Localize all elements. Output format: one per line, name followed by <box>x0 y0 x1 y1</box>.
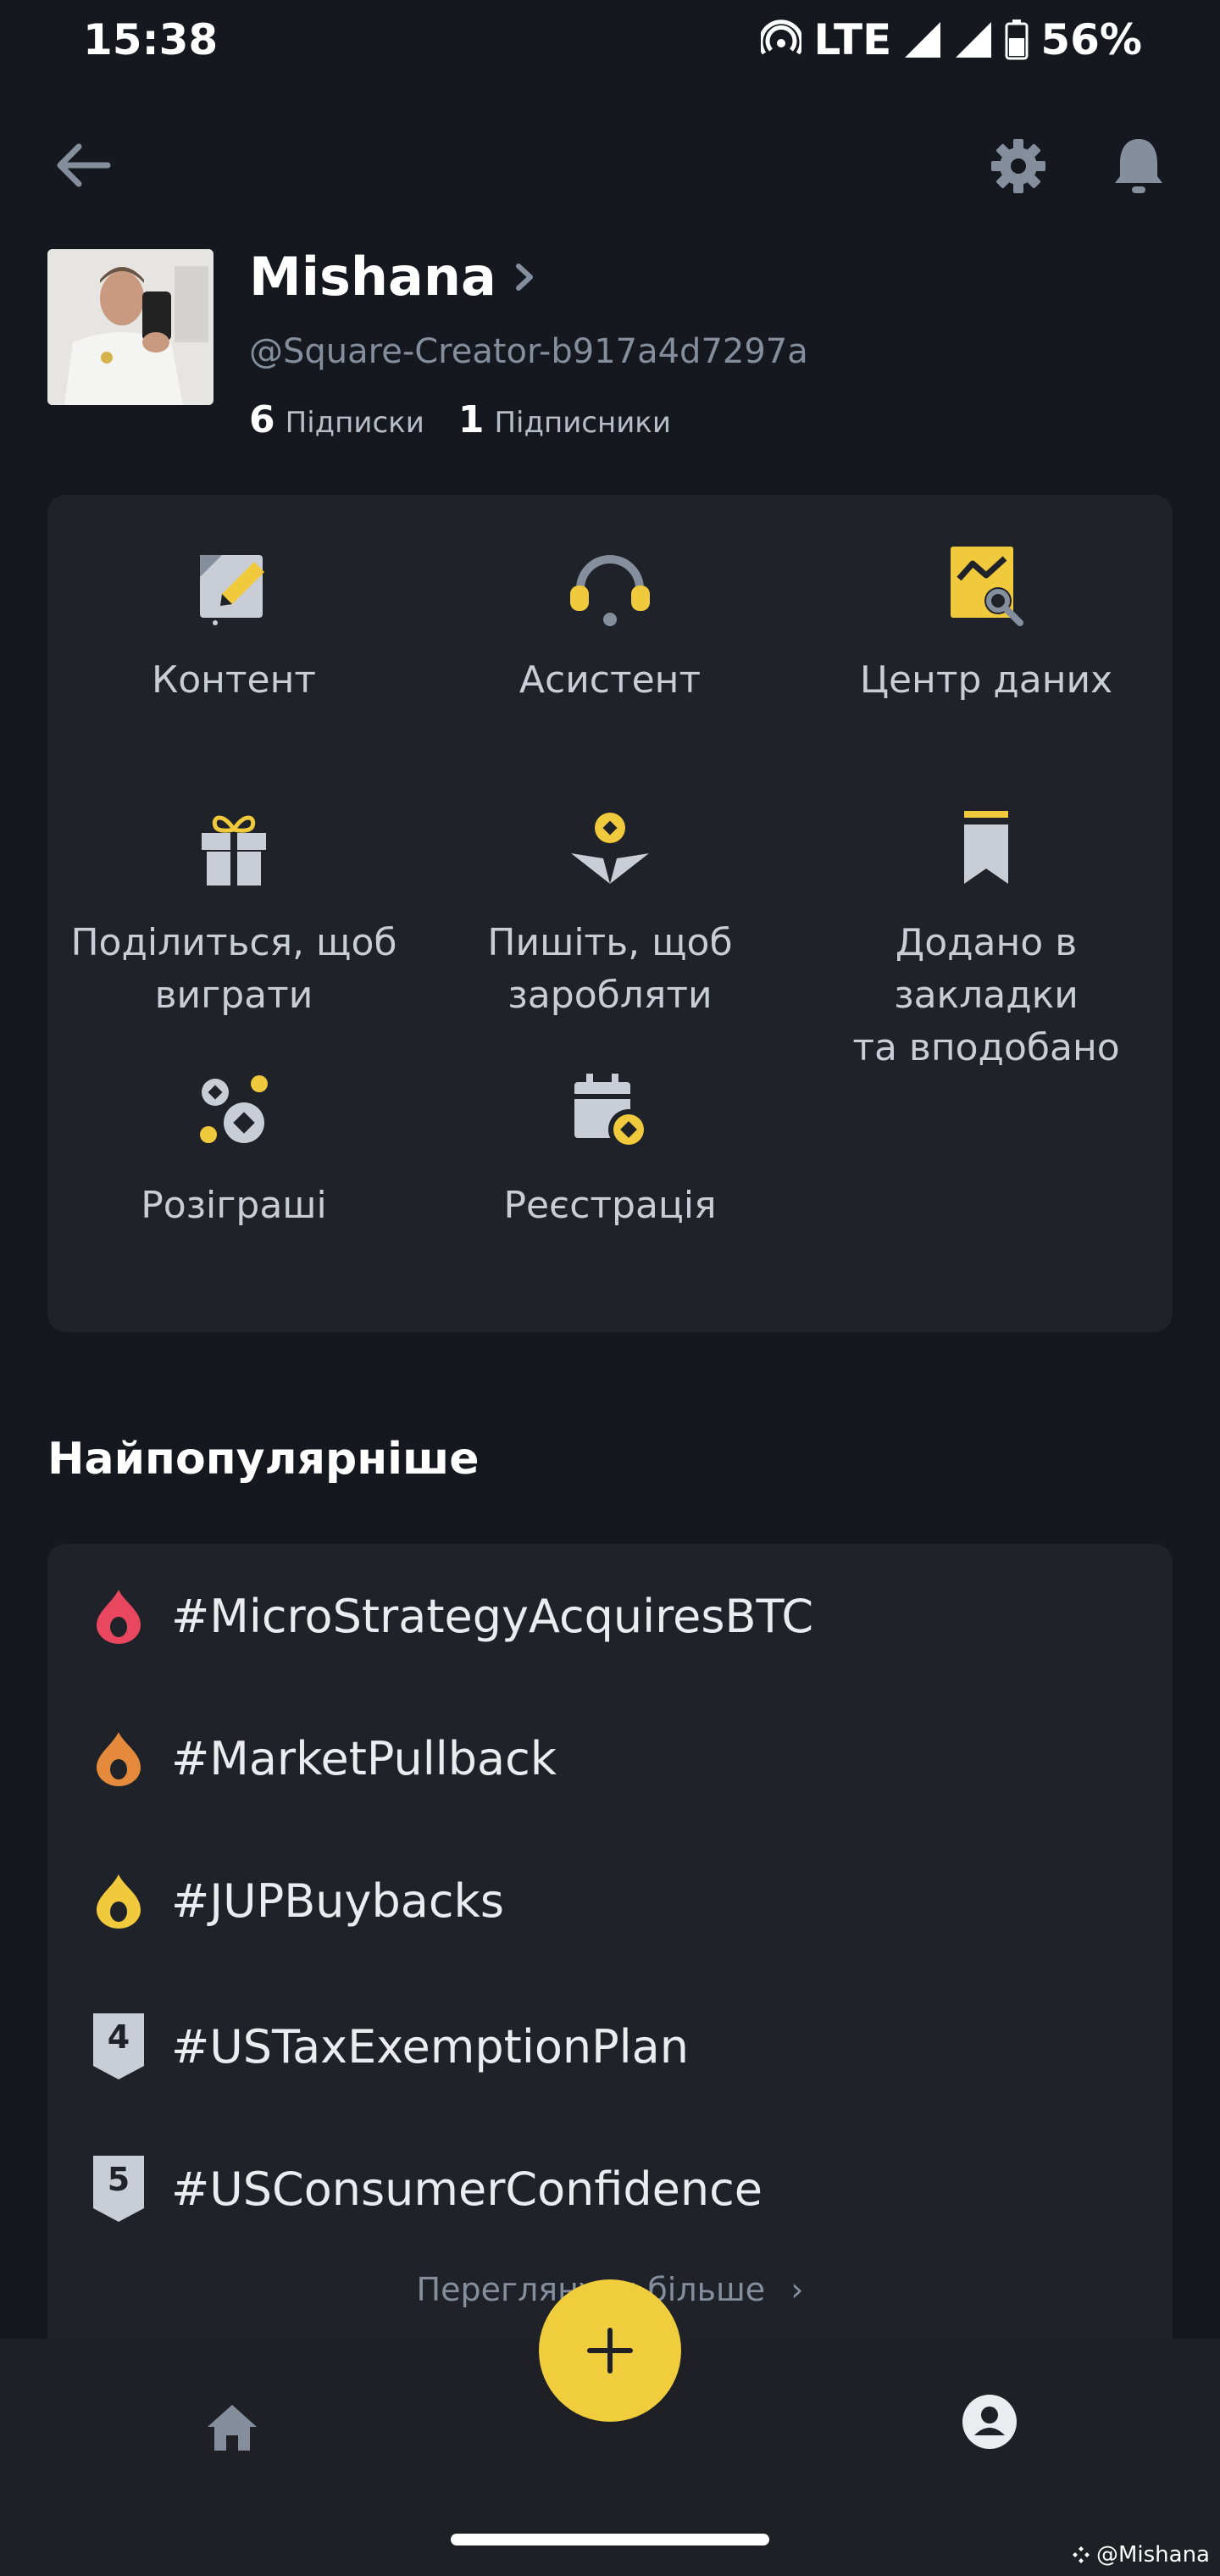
menu-item-write-to-earn[interactable]: Пишіть, щоб заробляти <box>424 802 796 1022</box>
chevron-right-icon: › <box>790 2271 804 2308</box>
bell-icon <box>1115 139 1162 193</box>
hashtag-text: #USConsumerConfidence <box>171 2162 763 2216</box>
profile-name-row[interactable]: Mishana <box>249 246 534 308</box>
nav-profile[interactable] <box>956 2388 1023 2456</box>
menu-item-check-in[interactable]: Реєстрація <box>424 1064 796 1232</box>
write-earn-icon <box>563 802 657 895</box>
signal-icon <box>905 22 941 58</box>
hashtag-item[interactable]: 5 #USConsumerConfidence <box>93 2156 762 2222</box>
rank-number: 4 <box>107 2018 130 2056</box>
avatar[interactable] <box>47 249 214 405</box>
hashtag-text: #MarketPullback <box>171 1731 557 1785</box>
content-edit-icon <box>187 539 280 632</box>
menu-item-label: Центр даних <box>859 658 1113 702</box>
rank-number: 5 <box>107 2161 130 2198</box>
chevron-right-icon <box>515 263 533 291</box>
hashtag-text: #JUPBuybacks <box>171 1874 504 1928</box>
menu-item-label: Контент <box>151 658 317 702</box>
rank-badge-icon: 4 <box>93 2013 144 2079</box>
popular-section-title: Найпопулярніше <box>47 1434 480 1485</box>
hotspot-icon <box>761 19 802 55</box>
profile-name: Mishana <box>249 246 496 308</box>
follow-stats: 6 Підписки 1 Підписники <box>249 398 671 441</box>
following-count[interactable]: 6 <box>249 398 275 441</box>
fire-rank-2-icon <box>97 1732 141 1786</box>
status-time: 15:38 <box>83 15 219 64</box>
signal-icon-2 <box>956 22 992 58</box>
bookmark-icon <box>940 802 1033 895</box>
hashtag-item[interactable]: #MicroStrategyAcquiresBTC <box>93 1586 813 1646</box>
menu-item-label: Пишіть, щоб заробляти <box>487 921 733 1017</box>
avatar-photo <box>47 249 214 405</box>
hashtag-item[interactable]: #MarketPullback <box>93 1729 557 1788</box>
watermark: @Mishana <box>1071 2542 1210 2568</box>
followers-label[interactable]: Підписники <box>494 406 671 440</box>
gesture-home-bar[interactable] <box>451 2534 769 2545</box>
hashtag-text: #USTaxExemptionPlan <box>171 2019 689 2074</box>
arrow-left-icon <box>57 143 111 187</box>
gear-icon <box>991 139 1045 193</box>
headset-icon <box>563 539 657 632</box>
nav-home[interactable] <box>198 2393 266 2461</box>
rank-badge-icon: 5 <box>93 2156 144 2222</box>
creator-menu-card: Контент Асистент Центр даних Поділиться,… <box>47 495 1173 1332</box>
menu-item-label: Додано в закладки та вподобано <box>852 921 1120 1069</box>
menu-item-giveaways[interactable]: Розіграші <box>47 1064 420 1232</box>
following-label[interactable]: Підписки <box>286 406 424 440</box>
hashtag-item[interactable]: 4 #USTaxExemptionPlan <box>93 2013 689 2079</box>
menu-item-label: Реєстрація <box>503 1184 717 1227</box>
calendar-checkin-icon <box>563 1064 657 1158</box>
menu-item-content[interactable]: Контент <box>47 539 420 707</box>
fire-rank-1-icon <box>97 1590 141 1644</box>
menu-item-bookmarks-likes[interactable]: Додано в закладки та вподобано <box>800 802 1173 1074</box>
hashtag-item[interactable]: #JUPBuybacks <box>93 1871 504 1930</box>
plus-icon <box>587 2328 633 2373</box>
data-center-icon <box>940 539 1033 632</box>
menu-item-label: Розіграші <box>141 1184 327 1227</box>
user-circle-icon <box>962 2395 1017 2449</box>
menu-item-label: Поділиться, щоб виграти <box>70 921 397 1017</box>
menu-item-label: Асистент <box>518 658 702 702</box>
menu-item-share-to-win[interactable]: Поділиться, щоб виграти <box>47 802 420 1022</box>
create-post-button[interactable] <box>539 2279 681 2422</box>
status-indicators: LTE 56% <box>761 15 1142 64</box>
giveaway-coins-icon <box>187 1064 280 1158</box>
hashtag-text: #MicroStrategyAcquiresBTC <box>171 1589 814 1643</box>
settings-button[interactable] <box>986 134 1051 198</box>
fire-rank-3-icon <box>97 1874 141 1929</box>
popular-hashtags-list: #MicroStrategyAcquiresBTC #MarketPullbac… <box>47 1544 1173 2391</box>
home-icon <box>208 2405 257 2451</box>
battery-percent: 56% <box>1040 15 1142 64</box>
network-type: LTE <box>813 15 892 64</box>
menu-item-data-center[interactable]: Центр даних <box>800 539 1173 707</box>
profile-handle: @Square-Creator-b917a4d7297a <box>249 332 808 371</box>
notifications-button[interactable] <box>1106 132 1171 200</box>
followers-count[interactable]: 1 <box>458 398 485 441</box>
menu-item-assistant[interactable]: Асистент <box>424 539 796 707</box>
binance-logo-icon <box>1072 2546 1090 2563</box>
back-button[interactable] <box>49 136 117 195</box>
watermark-text: @Mishana <box>1095 2542 1210 2568</box>
battery-icon <box>1005 19 1029 60</box>
gift-icon <box>187 802 280 895</box>
